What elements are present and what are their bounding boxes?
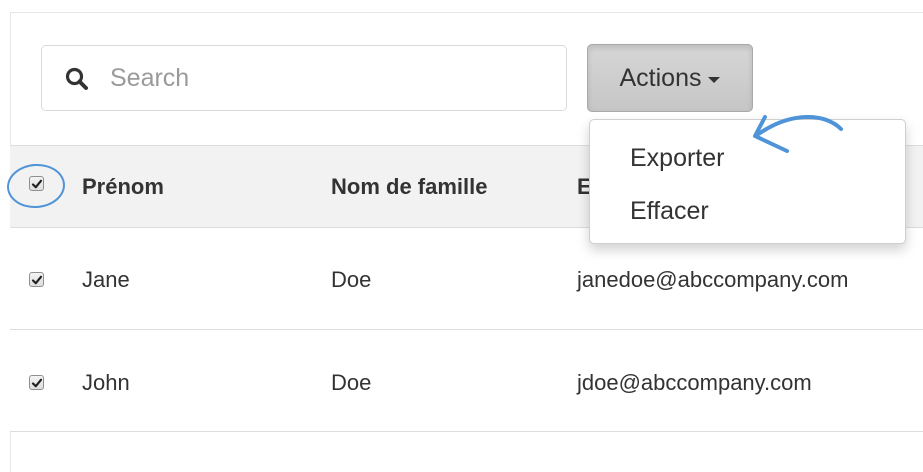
row-checkbox[interactable] bbox=[29, 375, 44, 390]
actions-button-label: Actions bbox=[619, 63, 702, 92]
search-box[interactable] bbox=[41, 45, 567, 111]
caret-down-icon bbox=[708, 76, 721, 83]
search-icon bbox=[65, 67, 88, 90]
table-row[interactable]: John Doe jdoe@abccompany.com bbox=[10, 330, 923, 432]
checkmark-icon bbox=[31, 275, 43, 285]
menu-item-effacer[interactable]: Effacer bbox=[630, 197, 709, 226]
actions-dropdown-menu: Exporter Effacer bbox=[589, 119, 906, 244]
cell-last-name: Doe bbox=[331, 370, 372, 395]
checkmark-icon bbox=[31, 378, 43, 388]
cell-last-name: Doe bbox=[331, 267, 372, 292]
column-header-first-name[interactable]: Prénom bbox=[82, 174, 164, 200]
select-all-checkbox[interactable] bbox=[29, 176, 44, 191]
cell-email: janedoe@abccompany.com bbox=[577, 267, 849, 292]
column-header-last-name[interactable]: Nom de famille bbox=[331, 174, 487, 200]
actions-button[interactable]: Actions bbox=[587, 44, 753, 112]
checkmark-icon bbox=[31, 179, 43, 189]
cell-first-name: John bbox=[82, 370, 130, 395]
cell-first-name: Jane bbox=[82, 267, 130, 292]
row-checkbox[interactable] bbox=[29, 272, 44, 287]
search-input[interactable] bbox=[110, 58, 550, 98]
cell-email: jdoe@abccompany.com bbox=[577, 370, 812, 395]
menu-item-exporter[interactable]: Exporter bbox=[630, 144, 724, 173]
